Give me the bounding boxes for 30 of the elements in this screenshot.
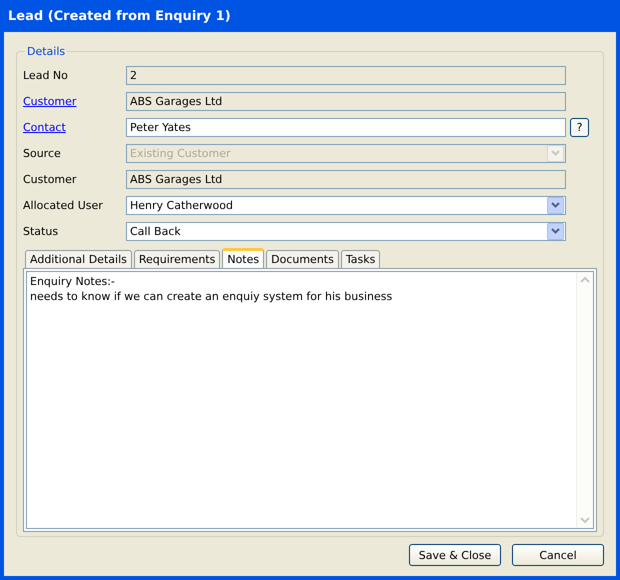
notes-text: Enquiry Notes:- (30, 274, 116, 289)
input-field[interactable]: Peter Yates (126, 118, 566, 136)
notes-field[interactable]: Enquiry Notes:- needs to know if we can create an enquiy system for his business (26, 271, 594, 529)
tab[interactable]: Tasks (340, 250, 380, 268)
window-title: Lead (Created from Enquiry 1) (8, 8, 231, 24)
help-button[interactable]: ? (570, 118, 589, 136)
scrollbar[interactable] (576, 272, 593, 528)
group-title: Details (26, 45, 66, 58)
dialog-button[interactable]: Save & Close (409, 544, 501, 566)
dropdown[interactable]: Henry Catherwood (126, 196, 566, 214)
tab[interactable]: Requirements (134, 250, 220, 268)
input-field[interactable]: ABS Garages Ltd (126, 92, 566, 110)
input-field[interactable]: 2 (126, 66, 566, 84)
field-link[interactable]: Customer (23, 94, 126, 108)
field-label: Status (23, 224, 60, 238)
dropdown[interactable]: Call Back (126, 222, 566, 240)
input-field[interactable]: ABS Garages Ltd (126, 170, 566, 188)
chevron-down-icon (551, 150, 560, 156)
tab[interactable]: Documents (266, 250, 339, 268)
chevron-down-icon (551, 202, 560, 208)
field-link[interactable]: Contact (23, 120, 126, 134)
dialog-button[interactable]: Cancel (512, 544, 604, 566)
tab[interactable]: Additional Details (25, 250, 132, 268)
chevron-down-icon (551, 228, 560, 234)
notes-text: needs to know if we can create an enquiy system for his business (30, 289, 394, 304)
tab[interactable]: Notes (222, 248, 264, 268)
field-label: Source (23, 146, 62, 160)
field-label: Allocated User (23, 198, 104, 212)
field-label: Lead No (23, 68, 69, 82)
field-label: Customer (23, 172, 78, 186)
